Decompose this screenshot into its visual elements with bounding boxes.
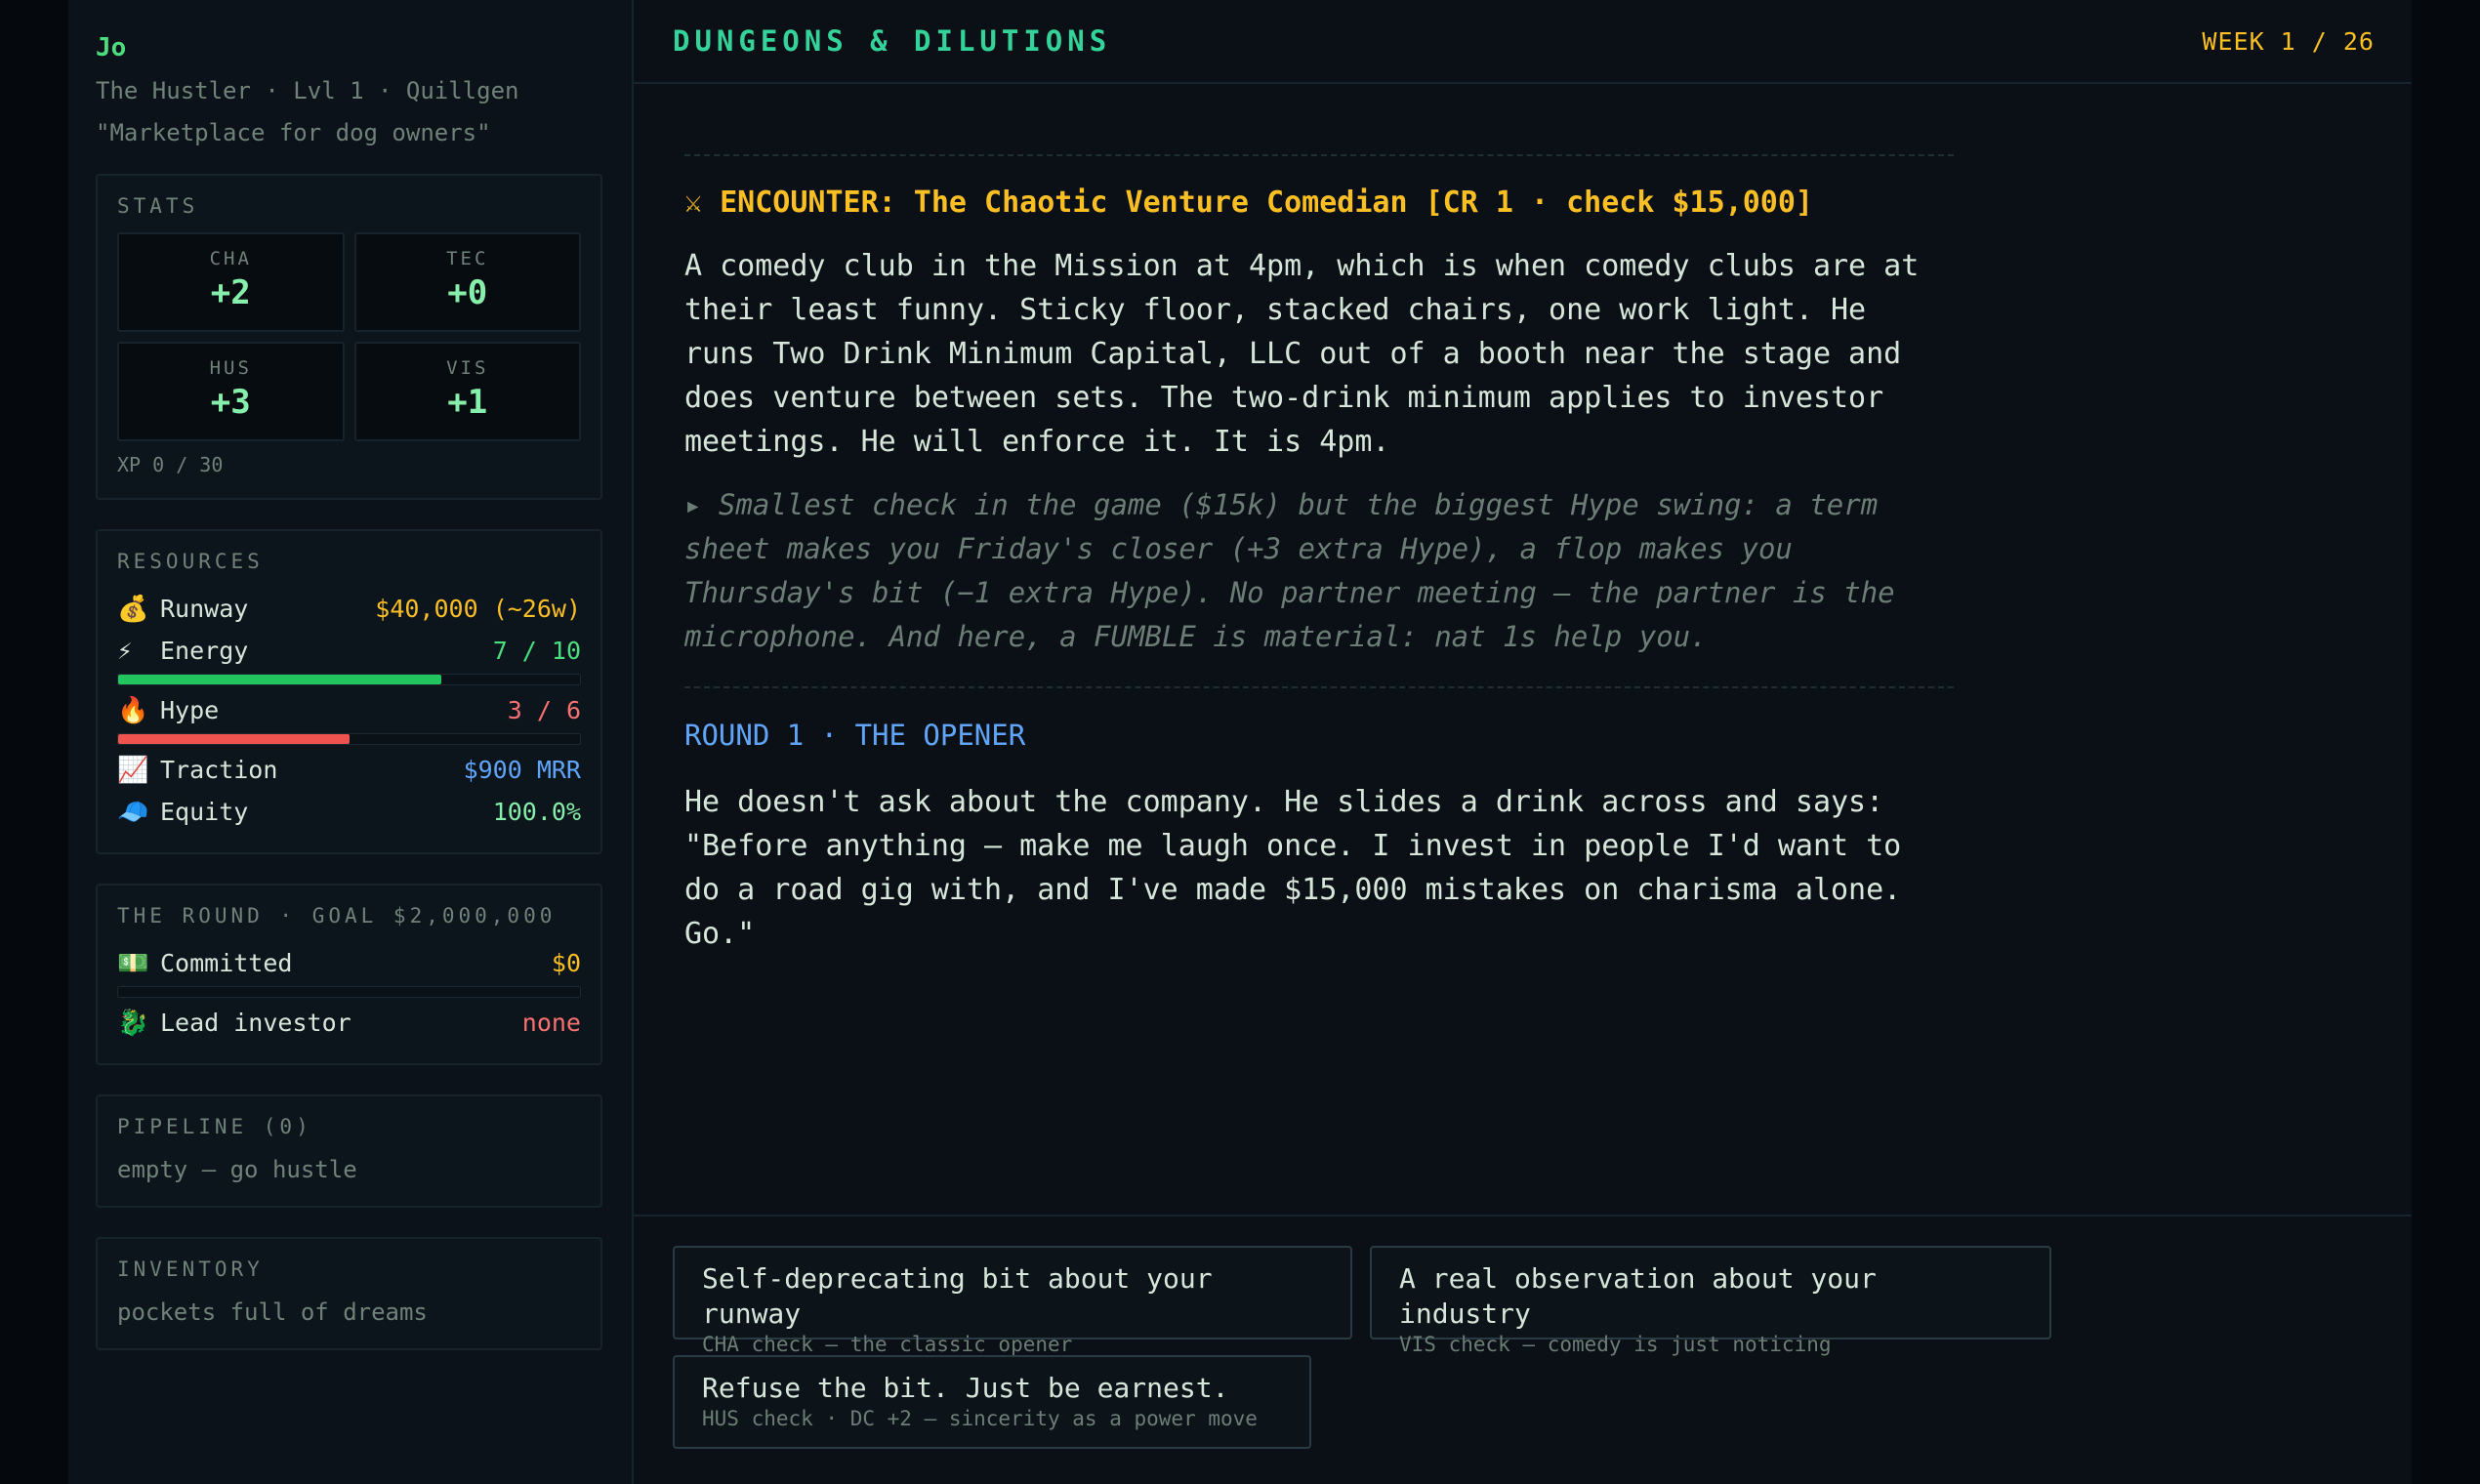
inventory-panel: INVENTORY pockets full of dreams [96,1237,602,1350]
cap-icon: 🧢 [117,797,149,827]
stat-label: HUS [209,357,252,379]
stat-label: TEC [446,248,489,269]
encounter-description: A comedy club in the Mission at 4pm, whi… [684,249,1920,459]
round-label: Committed [160,949,293,977]
inventory-title: INVENTORY [117,1257,264,1281]
stat-vis: VIS +1 [353,342,581,441]
hype-bar [117,733,581,745]
round-heading: ROUND 1 · THE OPENER [684,719,1026,752]
resource-value: $40,000 (~26w) [375,595,581,623]
choice-label: Self-deprecating bit about your runway [702,1262,1213,1330]
round-lead: 🐉 Lead investor none [117,1002,581,1044]
pipeline-empty: empty — go hustle [117,1156,357,1183]
character-sidebar: Jo The Hustler · Lvl 1 · Quillgen "Marke… [68,0,634,1484]
stats-panel: STATS CHA +2 TEC +0 HUS +3 VIS +1 XP 0 /… [96,174,602,500]
resource-label: Traction [160,756,278,784]
choice-button-cha[interactable]: Self-deprecating bit about your runway C… [673,1246,1352,1356]
hype-bar-fill [118,734,350,744]
stat-grid: CHA +2 TEC +0 HUS +3 VIS +1 [117,232,581,441]
round-title: THE ROUND · GOAL $2,000,000 [117,904,557,928]
round-committed: 💵 Committed $0 [117,942,581,984]
choice-sub: CHA check — the classic opener [702,1333,1073,1356]
stat-hus: HUS +3 [117,342,345,441]
committed-bar [117,986,581,998]
player-name: Jo [96,33,127,62]
npc-dialogue: He doesn't ask about the company. He sli… [684,785,1902,951]
choice-sub: VIS check — comedy is just noticing [1399,1333,1832,1356]
pipeline-title: PIPELINE (0) [117,1115,312,1138]
resource-label: Hype [160,696,220,724]
resources-title: RESOURCES [117,550,264,573]
divider [684,686,1954,688]
inventory-empty: pockets full of dreams [117,1298,428,1326]
resource-energy: ⚡ Energy 7 / 10 [117,630,581,672]
stat-cha: CHA +2 [117,232,345,332]
cash-icon: 💵 [117,948,149,978]
resource-label: Runway [160,595,249,623]
resource-value: 100.0% [492,798,581,826]
startup-idea: "Marketplace for dog owners" [96,119,491,146]
stat-label: VIS [446,357,489,379]
chart-up-icon: 📈 [117,755,149,785]
choice-bar: Self-deprecating bit about your runway C… [634,1215,2412,1484]
choice-sub: HUS check · DC +2 — sincerity as a power… [702,1407,1258,1430]
round-label: Lead investor [160,1009,351,1037]
resource-label: Energy [160,637,249,665]
choice-button-hus[interactable]: Refuse the bit. Just be earnest. HUS che… [673,1355,1311,1449]
week-counter: WEEK 1 / 26 [2202,26,2375,56]
xp-counter: XP 0 / 30 [117,453,224,476]
dragon-icon: 🐉 [117,1008,149,1038]
resource-value: 3 / 6 [507,696,581,724]
resource-hype: 🔥 Hype 3 / 6 [117,689,581,731]
resources-panel: RESOURCES 💰 Runway $40,000 (~26w) ⚡ Energy… [96,529,602,854]
stat-value: +1 [447,383,488,422]
game-title: DUNGEONS & DILUTIONS [673,24,1112,58]
stat-value: +0 [447,273,488,312]
main-area: DUNGEONS & DILUTIONS WEEK 1 / 26 ⚔ ENCOU… [634,0,2412,1484]
round-panel: THE ROUND · GOAL $2,000,000 💵 Committed $… [96,884,602,1065]
choice-label: Refuse the bit. Just be earnest. [702,1372,1229,1404]
energy-bar [117,674,581,685]
choice-button-vis[interactable]: A real observation about your industry V… [1370,1246,2051,1356]
encounter-title: ⚔ ENCOUNTER: The Chaotic Venture Comedia… [684,186,1813,220]
stat-value: +3 [210,383,251,422]
resource-label: Equity [160,798,249,826]
resource-traction: 📈 Traction $900 MRR [117,749,581,791]
money-bag-icon: 💰 [117,594,149,624]
stats-title: STATS [117,194,199,218]
encounter-log: ⚔ ENCOUNTER: The Chaotic Venture Comedia… [684,154,1954,956]
stat-tec: TEC +0 [353,232,581,332]
energy-bar-fill [118,675,442,684]
fire-icon: 🔥 [117,695,149,725]
resource-runway: 💰 Runway $40,000 (~26w) [117,588,581,630]
round-value: none [521,1009,581,1037]
choice-label: A real observation about your industry [1399,1262,1877,1330]
resource-value: 7 / 10 [492,637,581,665]
resource-equity: 🧢 Equity 100.0% [117,791,581,833]
lightning-icon: ⚡ [117,636,133,666]
round-value: $0 [551,949,581,977]
top-bar: DUNGEONS & DILUTIONS WEEK 1 / 26 [634,0,2412,84]
resource-value: $900 MRR [463,756,581,784]
pipeline-panel: PIPELINE (0) empty — go hustle [96,1094,602,1208]
stat-value: +2 [210,273,251,312]
encounter-hint: ▸ Smallest check in the game ($15k) but … [684,488,1895,653]
game-window: Jo The Hustler · Lvl 1 · Quillgen "Marke… [68,0,2412,1484]
player-subtitle: The Hustler · Lvl 1 · Quillgen [96,77,519,104]
stat-label: CHA [209,248,252,269]
divider [684,154,1954,156]
